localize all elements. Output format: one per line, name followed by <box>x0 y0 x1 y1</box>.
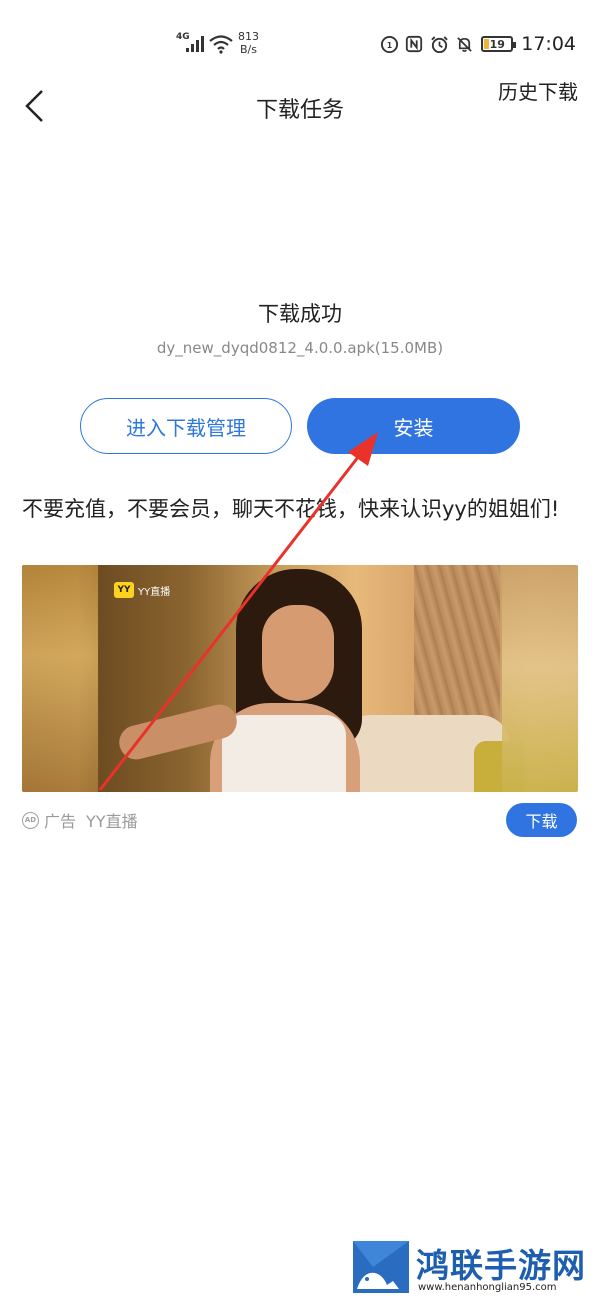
file-info: dy_new_dyqd0812_4.0.0.apk(15.0MB) <box>156 339 444 357</box>
watermark-logo <box>353 1241 409 1293</box>
svg-text:1: 1 <box>387 40 392 49</box>
battery-icon: 19 <box>481 36 517 52</box>
ad-advertiser: YY直播 <box>86 812 138 831</box>
wifi-icon <box>209 35 233 54</box>
download-status: 下载成功 <box>258 302 342 326</box>
alarm-icon <box>429 34 449 54</box>
nfc-icon <box>404 34 424 54</box>
download-manager-button[interactable]: 进入下载管理 <box>80 398 292 454</box>
ad-icon: AD <box>22 811 39 829</box>
back-button[interactable] <box>20 88 52 124</box>
mute-notification-icon <box>454 34 474 54</box>
ad-image[interactable]: YY YY直播 <box>22 565 578 792</box>
install-button[interactable]: 安装 <box>307 398 520 454</box>
chevron-left-icon <box>25 90 43 122</box>
battery-level: 19 <box>489 37 505 51</box>
ad-text[interactable]: 不要充值，不要会员，聊天不花钱，快来认识yy的姐姐们! <box>22 493 582 526</box>
history-downloads-button[interactable]: 历史下载 <box>498 78 578 107</box>
page-title: 下载任务 <box>255 98 344 123</box>
status-time: 17:04 <box>521 33 576 55</box>
watermark-title: 鸿联手游网 <box>416 1246 586 1285</box>
signal-icon <box>186 36 208 52</box>
status-bar: 4G 813 B/s 1 19 17:04 <box>0 0 600 86</box>
ad-meta: AD 广告 YY直播 <box>22 809 138 831</box>
hd-call-icon: 1 <box>379 34 399 54</box>
watermark-url: www.henanhonglian95.com <box>418 1282 557 1293</box>
yy-logo: YY YY直播 <box>114 582 170 598</box>
ad-label: 广告 <box>44 812 77 831</box>
ad-download-button[interactable]: 下载 <box>506 803 577 837</box>
network-speed: 813 B/s <box>238 30 259 56</box>
